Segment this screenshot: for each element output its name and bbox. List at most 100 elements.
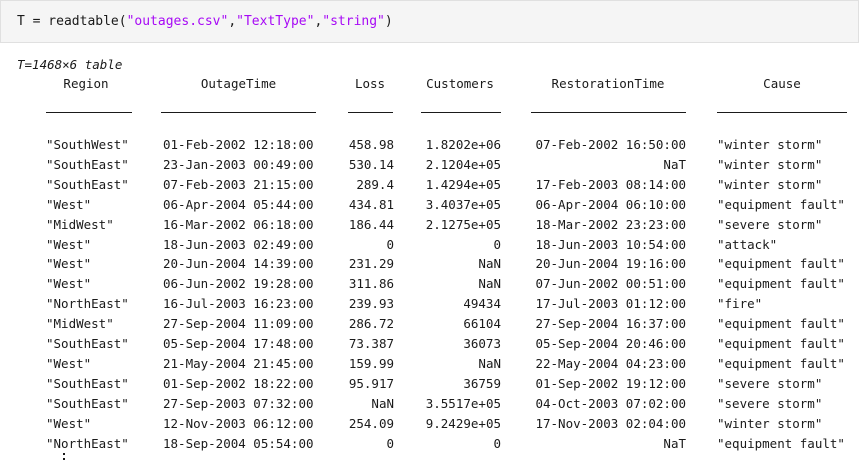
command-suffix: ): [384, 14, 393, 29]
cell-customers: 0: [493, 236, 501, 252]
cell-region: "MidWest": [46, 216, 114, 232]
cell-region: "SouthEast": [46, 395, 129, 411]
cell-outagetime: 07-Feb-2003 21:15:00: [163, 176, 314, 192]
cell-cause: "fire": [717, 296, 763, 312]
cell-cause: "equipment fault": [717, 196, 845, 212]
filename-string: "outages.csv": [126, 14, 229, 29]
column-underline-cause: [717, 112, 847, 113]
cell-cause: "equipment fault": [717, 336, 845, 351]
cell-restoration: 27-Sep-2004 16:37:00: [535, 316, 686, 332]
table-summary: T=1468×6 table: [17, 57, 123, 72]
cell-loss: 239.93: [348, 296, 394, 312]
cell-restoration: 17-Nov-2003 02:04:00: [535, 415, 686, 431]
cell-restoration: 04-Oct-2003 07:02:00: [535, 395, 686, 411]
cell-restoration: 17-Feb-2003 08:14:00: [535, 176, 686, 192]
cell-customers: 3.5517e+05: [425, 395, 501, 411]
cell-region: "West": [46, 415, 92, 431]
cell-loss: 289.4: [356, 176, 394, 192]
cell-outagetime: 18-Sep-2004 05:54:00: [163, 435, 314, 451]
cell-region: "West": [46, 196, 92, 212]
cell-loss: 458.98: [348, 137, 394, 152]
cell-outagetime: 06-Jun-2002 19:28:00: [163, 276, 314, 292]
cell-outagetime: 16-Jul-2003 16:23:00: [163, 296, 314, 312]
cell-cause: "winter storm": [717, 156, 823, 172]
column-underline-outagetime: [161, 112, 316, 113]
cell-loss: NaN: [371, 395, 394, 411]
cell-cause: "winter storm": [717, 137, 823, 152]
cell-loss: 0: [386, 236, 394, 252]
cell-cause: "winter storm": [717, 176, 823, 192]
cell-loss: 286.72: [348, 316, 394, 332]
cell-cause: "attack": [717, 236, 778, 252]
cell-outagetime: 06-Apr-2004 05:44:00: [163, 196, 314, 212]
cell-cause: "equipment fault": [717, 435, 845, 451]
command-sep-1: ,: [228, 14, 237, 29]
column-header-restoration: RestorationTime: [551, 76, 665, 91]
cell-restoration: NaT: [663, 156, 686, 172]
cell-cause: "severe storm": [717, 375, 823, 391]
column-header-region: Region: [63, 76, 109, 91]
command-prefix: T = readtable(: [17, 14, 127, 29]
cell-restoration: 18-Mar-2002 23:23:00: [535, 216, 686, 232]
cell-customers: 36073: [463, 336, 501, 351]
cell-customers: 2.1275e+05: [425, 216, 501, 232]
cell-outagetime: 05-Sep-2004 17:48:00: [163, 336, 314, 351]
cell-region: "West": [46, 355, 92, 371]
cell-loss: 231.29: [348, 256, 394, 272]
cell-restoration: 20-Jun-2004 19:16:00: [535, 256, 686, 272]
cell-customers: NaN: [478, 355, 501, 371]
cell-restoration: 06-Apr-2004 06:10:00: [535, 196, 686, 212]
cell-restoration: 18-Jun-2003 10:54:00: [535, 236, 686, 252]
more-rows-indicator: [62, 453, 66, 461]
cell-restoration: 05-Sep-2004 20:46:00: [535, 336, 686, 351]
cell-customers: 66104: [463, 316, 501, 332]
cell-region: "MidWest": [46, 316, 114, 332]
cell-customers: NaN: [478, 256, 501, 272]
texttype-value-string: "string": [322, 14, 385, 29]
cell-region: "SouthEast": [46, 176, 129, 192]
cell-customers: 36759: [463, 375, 501, 391]
cell-cause: "equipment fault": [717, 316, 845, 332]
cell-customers: 49434: [463, 296, 501, 312]
cell-loss: 73.387: [348, 336, 394, 351]
cell-outagetime: 01-Sep-2002 18:22:00: [163, 375, 314, 391]
column-header-outagetime: OutageTime: [200, 76, 277, 91]
cell-outagetime: 23-Jan-2003 00:49:00: [163, 156, 314, 172]
cell-loss: 434.81: [348, 196, 394, 212]
cell-outagetime: 12-Nov-2003 06:12:00: [163, 415, 314, 431]
cell-loss: 311.86: [348, 276, 394, 292]
column-header-loss: Loss: [354, 76, 386, 91]
cell-region: "NorthEast": [46, 435, 129, 451]
cell-region: "SouthEast": [46, 336, 129, 351]
cell-cause: "severe storm": [717, 216, 823, 232]
cell-customers: 3.4037e+05: [425, 196, 501, 212]
cell-restoration: 07-Feb-2002 16:50:00: [535, 137, 686, 152]
cell-region: "SouthEast": [46, 156, 129, 172]
cell-restoration: 01-Sep-2002 19:12:00: [535, 375, 686, 391]
cell-cause: "severe storm": [717, 395, 823, 411]
cell-loss: 530.14: [348, 156, 394, 172]
cell-loss: 95.917: [348, 375, 394, 391]
cell-customers: 1.4294e+05: [425, 176, 501, 192]
cell-customers: 2.1204e+05: [425, 156, 501, 172]
cell-customers: 0: [493, 435, 501, 451]
column-underline-restoration: [531, 112, 686, 113]
cell-loss: 254.09: [348, 415, 394, 431]
cell-cause: "equipment fault": [717, 276, 845, 292]
column-underline-region: [46, 112, 132, 113]
column-underline-customers: [421, 112, 501, 113]
cell-customers: NaN: [478, 276, 501, 292]
cell-region: "West": [46, 236, 92, 252]
cell-restoration: 17-Jul-2003 01:12:00: [535, 296, 686, 312]
cell-outagetime: 01-Feb-2002 12:18:00: [163, 137, 314, 152]
cell-outagetime: 16-Mar-2002 06:18:00: [163, 216, 314, 232]
cell-outagetime: 27-Sep-2004 11:09:00: [163, 316, 314, 332]
command-input-box[interactable]: T = readtable("outages.csv","TextType","…: [0, 0, 859, 43]
column-header-customers: Customers: [426, 76, 494, 91]
cell-loss: 186.44: [348, 216, 394, 232]
column-underline-loss: [348, 112, 393, 113]
cell-outagetime: 20-Jun-2004 14:39:00: [163, 256, 314, 272]
cell-cause: "winter storm": [717, 415, 823, 431]
cell-region: "West": [46, 256, 92, 272]
command-line[interactable]: T = readtable("outages.csv","TextType","…: [17, 14, 393, 30]
